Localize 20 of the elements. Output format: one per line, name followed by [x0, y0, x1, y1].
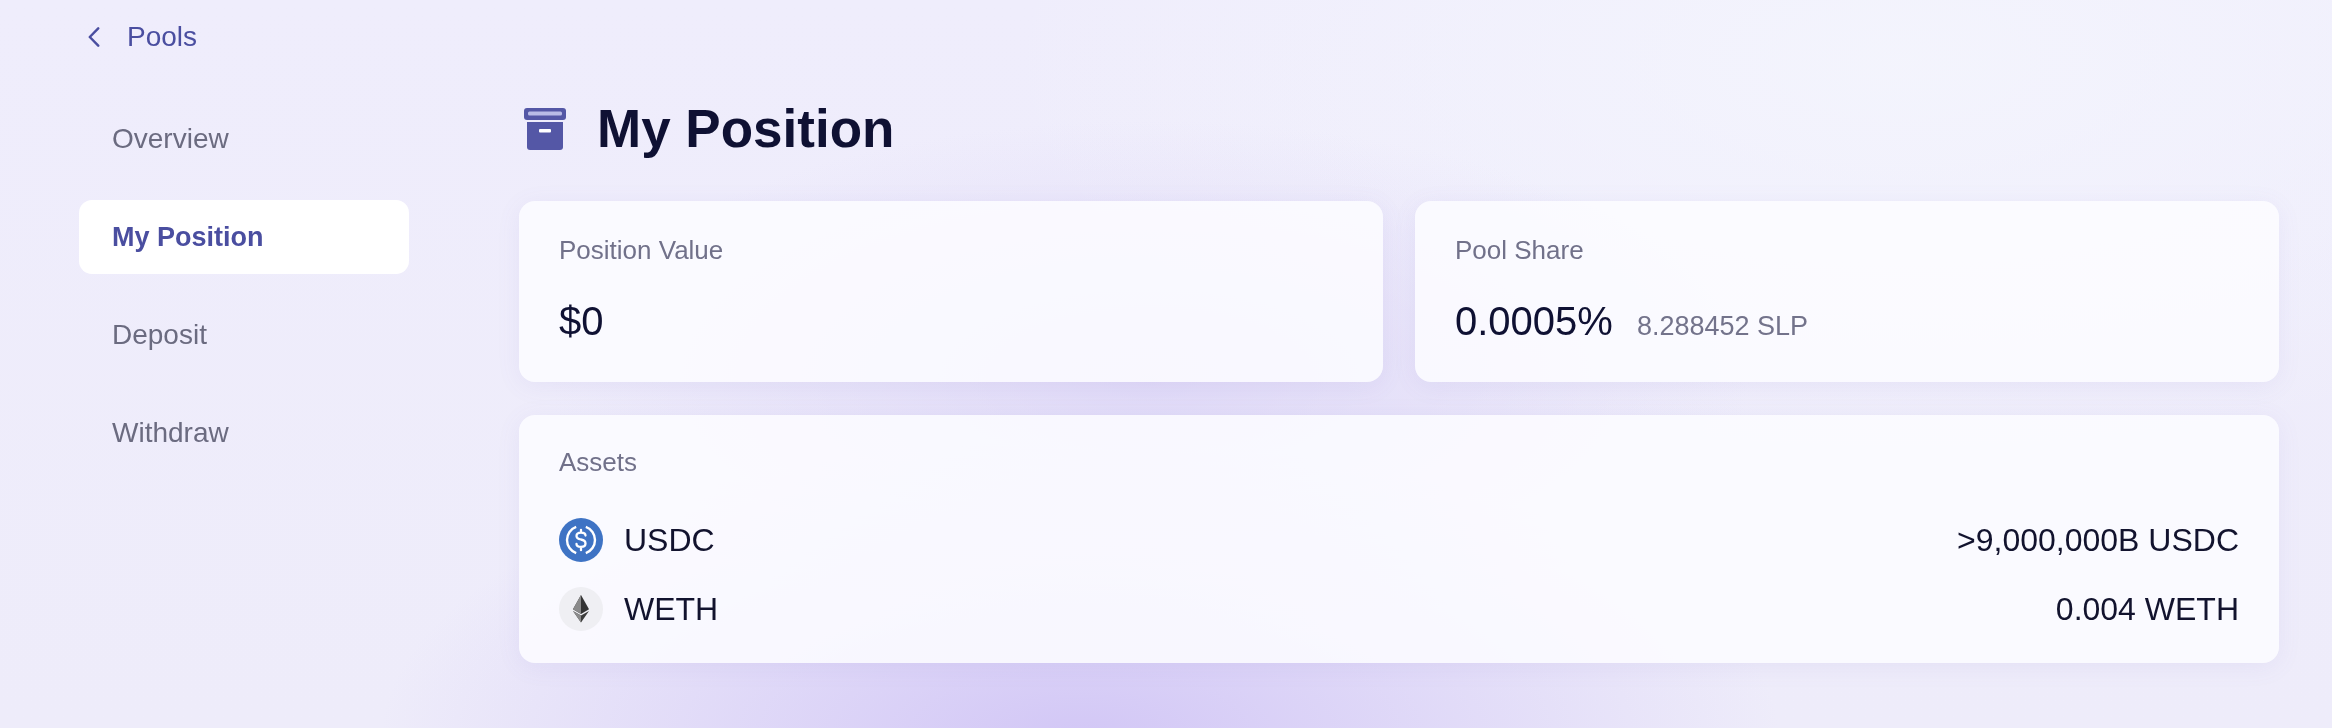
stat-secondary-value: 8.288452 SLP: [1636, 311, 1809, 342]
stat-label: Position Value: [559, 235, 725, 266]
asset-amount: 0.004 WETH: [2055, 590, 2239, 628]
assets-title: Assets: [559, 447, 639, 478]
page-title: My Position: [597, 98, 895, 160]
asset-symbol: WETH: [624, 590, 719, 628]
asset-symbol: USDC: [624, 521, 715, 559]
sidebar-item[interactable]: Deposit: [79, 298, 409, 372]
dollar-coin-icon: [559, 518, 603, 562]
stat-label: Pool Share: [1455, 235, 1585, 266]
sidebar-item[interactable]: Withdraw: [79, 396, 409, 470]
stat-value: 0.0005%: [1455, 298, 1613, 345]
diamond-coin-icon: [559, 587, 603, 631]
sidebar-item[interactable]: Overview: [79, 102, 409, 176]
asset-amount: >9,000,000B USDC: [1957, 521, 2239, 559]
stat-value: $0: [559, 298, 604, 345]
chevron-left-icon: [88, 27, 100, 47]
sidebar-item[interactable]: My Position: [79, 200, 409, 274]
back-link[interactable]: Pools: [88, 19, 198, 55]
archive-box-icon: [523, 107, 567, 151]
